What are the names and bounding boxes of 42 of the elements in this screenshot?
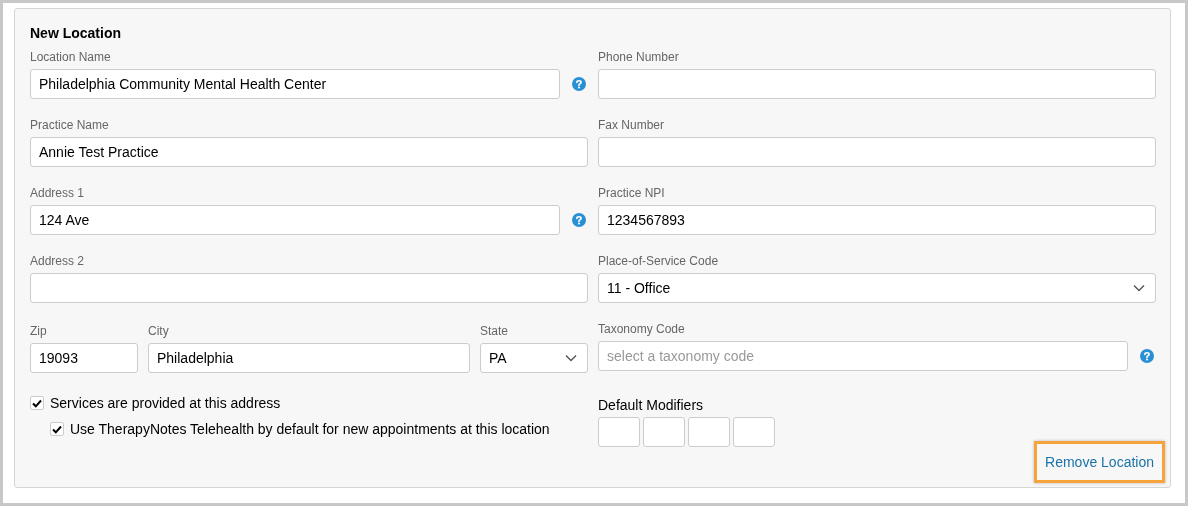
- modifier-field[interactable]: [643, 417, 685, 447]
- field-label: Place-of-Service Code: [598, 254, 720, 268]
- input-field[interactable]: 1234567893: [598, 205, 1156, 235]
- input-field[interactable]: Philadelphia: [148, 343, 470, 373]
- section-title: New Location: [30, 25, 122, 41]
- field-label: Taxonomy Code: [598, 322, 686, 336]
- checkbox[interactable]: [50, 422, 64, 436]
- select-field[interactable]: PA: [480, 343, 588, 373]
- input-field[interactable]: 19093: [30, 343, 138, 373]
- input-field[interactable]: Philadelphia Community Mental Health Center: [30, 69, 560, 99]
- field-label: Fax Number: [598, 118, 666, 132]
- help-icon[interactable]: [1140, 349, 1154, 363]
- field-label: City: [148, 324, 170, 338]
- input-field[interactable]: [598, 69, 1156, 99]
- field-label: Phone Number: [598, 50, 680, 64]
- modifier-field[interactable]: [733, 417, 775, 447]
- checkbox-label: Use TherapyNotes Telehealth by default for new appointments at this location: [70, 421, 550, 437]
- chevron-down-icon: [565, 354, 577, 362]
- field-label: Address 2: [30, 254, 86, 268]
- input-field[interactable]: [30, 273, 588, 303]
- field-label: State: [480, 324, 510, 338]
- field-label: Practice NPI: [598, 186, 666, 200]
- input-field[interactable]: 124 Ave: [30, 205, 560, 235]
- input-field[interactable]: [598, 137, 1156, 167]
- field-label: Practice Name: [30, 118, 110, 132]
- input-field[interactable]: Annie Test Practice: [30, 137, 588, 167]
- checkbox-label: Services are provided at this address: [50, 395, 281, 411]
- help-icon[interactable]: [572, 213, 586, 227]
- checkmark-icon: [32, 398, 42, 408]
- field-label: Zip: [30, 324, 48, 338]
- select-field[interactable]: 11 - Office: [598, 273, 1156, 303]
- checkmark-icon: [52, 424, 62, 434]
- checkbox[interactable]: [30, 396, 44, 410]
- field-label: Address 1: [30, 186, 86, 200]
- help-icon[interactable]: [572, 77, 586, 91]
- input-field[interactable]: select a taxonomy code: [598, 341, 1128, 371]
- field-label: Location Name: [30, 50, 112, 64]
- field-label: Default Modifiers: [598, 397, 705, 413]
- remove-location-link[interactable]: Remove Location: [1034, 441, 1165, 483]
- modifier-field[interactable]: [688, 417, 730, 447]
- chevron-down-icon: [1133, 284, 1145, 292]
- modifier-field[interactable]: [598, 417, 640, 447]
